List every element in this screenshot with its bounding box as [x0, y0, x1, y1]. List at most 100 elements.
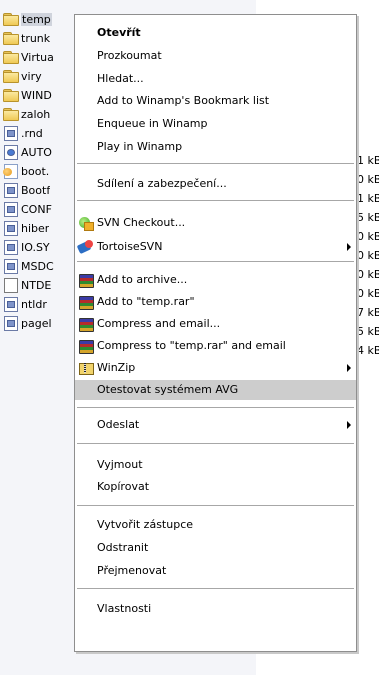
file-name: WIND: [21, 88, 52, 102]
submenu-arrow-icon: [347, 364, 351, 372]
file-row-wind[interactable]: WIND: [3, 86, 83, 104]
file-name: temp: [21, 12, 52, 26]
menu-item-label: Enqueue in Winamp: [97, 117, 208, 130]
folder-icon: [3, 107, 19, 121]
file-row-io-sys[interactable]: IO.SY: [3, 238, 83, 256]
file-name: Virtua: [21, 50, 54, 64]
file-row-bootf[interactable]: Bootf: [3, 181, 83, 199]
file-row-viry[interactable]: viry: [3, 67, 83, 85]
menu-item-avg-scan[interactable]: Otestovat systémem AVG: [75, 380, 356, 400]
folder-icon: [3, 31, 19, 45]
file-size: 5 kB: [357, 325, 379, 338]
menu-item-rename[interactable]: Přejmenovat: [75, 561, 356, 581]
menu-item-label: Přejmenovat: [97, 564, 167, 577]
file-name: AUTO: [21, 145, 52, 159]
menu-item-add-to-temp-rar[interactable]: Add to "temp.rar": [75, 292, 356, 312]
menu-item-svn-checkout[interactable]: SVN Checkout...: [75, 213, 356, 233]
file-row-hiber[interactable]: hiber: [3, 219, 83, 237]
menu-item-label: Add to "temp.rar": [97, 295, 195, 308]
menu-item-copy[interactable]: Kopírovat: [75, 477, 356, 497]
menu-item-add-to-archive[interactable]: Add to archive...: [75, 270, 356, 290]
file-size: 0 kB: [357, 268, 379, 281]
menu-item-winamp-play[interactable]: Play in Winamp: [75, 137, 356, 157]
menu-item-compress-email[interactable]: Compress and email...: [75, 314, 356, 334]
file-row-pagel[interactable]: pagel: [3, 314, 83, 332]
system-file-icon: [3, 259, 19, 274]
menu-item-delete[interactable]: Odstranit: [75, 538, 356, 558]
autoexec-icon: [3, 145, 19, 160]
file-row-conf[interactable]: CONF: [3, 200, 83, 218]
menu-item-explore[interactable]: Prozkoumat: [75, 46, 356, 66]
winrar-icon: [78, 338, 94, 354]
context-menu: Otevřít Prozkoumat Hledat... Add to Wina…: [74, 14, 357, 652]
menu-item-compress-temp-email[interactable]: Compress to "temp.rar" and email: [75, 336, 356, 356]
menu-item-label: Add to archive...: [97, 273, 188, 286]
file-name: viry: [21, 69, 42, 83]
winrar-icon: [78, 316, 94, 332]
menu-separator: [77, 505, 354, 506]
file-name: zaloh: [21, 107, 51, 121]
file-row-temp[interactable]: temp: [3, 10, 83, 28]
winzip-icon: [78, 360, 94, 376]
menu-item-create-shortcut[interactable]: Vytvořit zástupce: [75, 515, 356, 535]
menu-item-label: Otestovat systémem AVG: [97, 383, 239, 396]
file-size: 5 kB: [357, 211, 379, 224]
menu-item-send-to[interactable]: Odeslat: [75, 415, 356, 435]
menu-item-label: Play in Winamp: [97, 140, 183, 153]
file-name: boot.: [21, 164, 50, 178]
submenu-arrow-icon: [347, 421, 351, 429]
file-row-ntldr[interactable]: ntldr: [3, 295, 83, 313]
menu-separator: [77, 163, 354, 164]
file-name: NTDE: [21, 278, 52, 292]
system-file-icon: [3, 126, 19, 141]
menu-item-properties[interactable]: Vlastnosti: [75, 599, 356, 619]
tortoisesvn-icon: [78, 239, 94, 255]
menu-item-winamp-enqueue[interactable]: Enqueue in Winamp: [75, 114, 356, 134]
menu-item-label: Kopírovat: [97, 480, 150, 493]
menu-item-label: Vyjmout: [97, 458, 143, 471]
folder-icon: [3, 88, 19, 102]
file-size: 0 kB: [357, 249, 379, 262]
svn-checkout-icon: [78, 215, 94, 231]
menu-item-label: TortoiseSVN: [97, 240, 163, 253]
menu-item-cut[interactable]: Vyjmout: [75, 455, 356, 475]
file-size: 0 kB: [357, 230, 379, 243]
menu-separator: [77, 261, 354, 262]
file-row-trunk[interactable]: trunk: [3, 29, 83, 47]
menu-item-label: Prozkoumat: [97, 49, 162, 62]
file-name: trunk: [21, 31, 51, 45]
menu-item-winamp-bookmark[interactable]: Add to Winamp's Bookmark list: [75, 91, 356, 111]
file-name: pagel: [21, 316, 52, 330]
file-row-msdc[interactable]: MSDC: [3, 257, 83, 275]
file-size: 1 kB: [357, 192, 379, 205]
system-file-icon: [3, 297, 19, 312]
file-row-zaloh[interactable]: zaloh: [3, 105, 83, 123]
menu-item-label: Vytvořit zástupce: [97, 518, 194, 531]
file-row-auto[interactable]: AUTO: [3, 143, 83, 161]
document-icon: [3, 278, 19, 293]
file-name: CONF: [21, 202, 52, 216]
file-row-virtua[interactable]: Virtua: [3, 48, 83, 66]
file-name: .rnd: [21, 126, 43, 140]
file-size: 1 kB: [357, 154, 379, 167]
file-name: IO.SY: [21, 240, 50, 254]
file-size: 0 kB: [357, 287, 379, 300]
menu-separator: [77, 407, 354, 408]
menu-item-winzip[interactable]: WinZip: [75, 358, 356, 378]
menu-item-tortoisesvn[interactable]: TortoiseSVN: [75, 237, 356, 257]
menu-item-sharing[interactable]: Sdílení a zabezpečení...: [75, 174, 356, 194]
system-file-icon: [3, 240, 19, 255]
menu-separator: [77, 443, 354, 444]
menu-item-label: Odeslat: [97, 418, 140, 431]
menu-item-search[interactable]: Hledat...: [75, 69, 356, 89]
file-size: 0 kB: [357, 173, 379, 186]
folder-icon: [3, 50, 19, 64]
menu-item-open[interactable]: Otevřít: [75, 23, 356, 43]
menu-item-label: Add to Winamp's Bookmark list: [97, 94, 270, 107]
file-row-ntde[interactable]: NTDE: [3, 276, 83, 294]
folder-icon: [3, 12, 19, 26]
system-file-icon: [3, 221, 19, 236]
file-row-boot[interactable]: boot.: [3, 162, 83, 180]
file-row-rnd[interactable]: .rnd: [3, 124, 83, 142]
folder-icon: [3, 69, 19, 83]
